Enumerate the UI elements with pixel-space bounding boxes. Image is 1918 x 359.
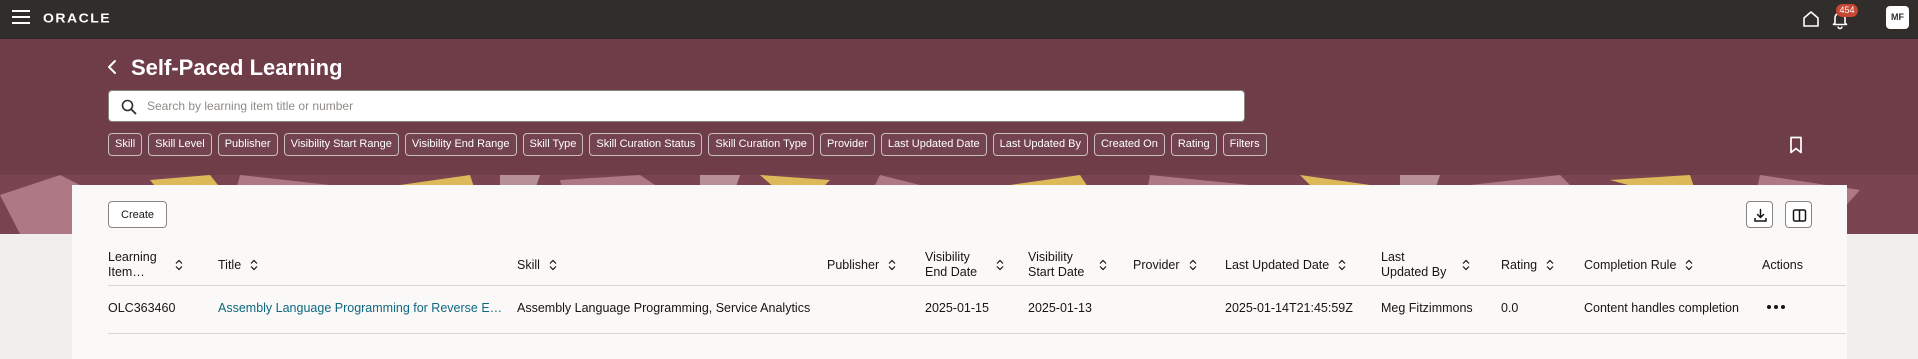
search-box [108,90,1245,122]
filter-chip-last-updated-by[interactable]: Last Updated By [992,133,1088,156]
header-divider [108,285,1846,286]
column-header-label: Last Updated Date [1225,257,1330,272]
home-icon[interactable] [1801,9,1821,29]
oracle-logo[interactable]: ORACLE [43,10,111,25]
column-header-learning-item[interactable]: Learning Item… [108,247,200,283]
column-header-provider[interactable]: Provider [1133,247,1197,283]
cell-number: OLC363460 [108,301,176,315]
cell-completion-rule: Content handles completion [1584,301,1739,315]
cell-title-link[interactable]: Assembly Language Programming for Revers… [218,301,502,315]
notification-count-badge: 454 [1836,4,1858,17]
download-button[interactable] [1746,201,1773,228]
sort-icon[interactable] [888,259,896,271]
column-layout-button[interactable] [1785,201,1812,228]
back-chevron-icon[interactable] [104,58,122,76]
columns-icon [1792,209,1807,222]
column-header-label: Completion Rule [1584,257,1677,272]
sort-icon[interactable] [1685,259,1693,271]
sort-icon[interactable] [1462,259,1470,271]
filter-chip-rating[interactable]: Rating [1170,133,1217,156]
filter-chip-filters[interactable]: Filters [1222,133,1267,156]
filter-chip-skill[interactable]: Skill [108,133,143,156]
sort-icon[interactable] [1546,259,1554,271]
bookmark-icon[interactable] [1788,136,1804,154]
sort-icon[interactable] [1189,259,1197,271]
filter-chip-skill-curation-type[interactable]: Skill Curation Type [708,133,814,156]
page-title: Self-Paced Learning [131,55,343,80]
column-header-label: Actions [1762,257,1803,272]
column-header-label: Visibility End Date [925,250,978,279]
search-icon [121,99,137,115]
download-icon [1754,208,1767,222]
user-avatar[interactable]: MF [1886,6,1909,29]
sort-icon[interactable] [175,259,183,271]
cell-visibility-start-date: 2025-01-13 [1028,301,1092,315]
cell-skill: Assembly Language Programming, Service A… [517,301,811,315]
filter-chip-skill-type[interactable]: Skill Type [522,133,584,156]
sort-icon[interactable] [996,259,1004,271]
results-panel: Create Learning Item… Title Skill Publis… [72,185,1847,359]
column-header-label: Provider [1133,257,1180,272]
hamburger-menu-icon[interactable] [12,10,30,26]
column-header-label: Visibility Start Date [1028,250,1085,279]
column-header-visibility-start-date[interactable]: Visibility Start Date [1028,247,1107,283]
column-header-title[interactable]: Title [218,247,258,283]
more-actions-icon[interactable] [1763,296,1789,318]
sort-icon[interactable] [1338,259,1346,271]
sort-icon[interactable] [1099,259,1107,271]
sort-icon[interactable] [549,259,557,271]
column-header-label: Last Updated By [1381,250,1447,279]
filter-chip-provider[interactable]: Provider [819,133,875,156]
search-input[interactable] [147,91,1227,121]
cell-rating: 0.0 [1501,301,1519,315]
column-header-label: Publisher [827,257,880,272]
global-header: ORACLE 454 MF [0,0,1918,39]
column-header-label: Skill [517,257,540,272]
filter-chip-skill-curation-status[interactable]: Skill Curation Status [589,133,703,156]
filter-chip-visibility-start-range[interactable]: Visibility Start Range [283,133,399,156]
filter-chips: Skill Skill Level Publisher Visibility S… [108,133,1267,156]
filter-chip-last-updated-date[interactable]: Last Updated Date [880,133,987,156]
cell-last-updated-date: 2025-01-14T21:45:59Z [1225,301,1353,315]
column-header-completion-rule[interactable]: Completion Rule [1584,247,1693,283]
create-button[interactable]: Create [108,201,168,228]
filter-chip-publisher[interactable]: Publisher [217,133,278,156]
row-divider [108,333,1846,334]
column-header-last-updated-by[interactable]: Last Updated By [1381,247,1470,283]
cell-last-updated-by: Meg Fitzimmons [1381,301,1473,315]
column-header-label: Title [218,257,242,272]
column-header-actions: Actions [1762,247,1803,283]
cell-visibility-end-date: 2025-01-15 [925,301,989,315]
column-header-last-updated-date[interactable]: Last Updated Date [1225,247,1346,283]
filter-chip-created-on[interactable]: Created On [1093,133,1165,156]
column-header-label: Rating [1501,257,1538,272]
column-header-visibility-end-date[interactable]: Visibility End Date [925,247,1004,283]
filter-chip-visibility-end-range[interactable]: Visibility End Range [404,133,517,156]
column-header-publisher[interactable]: Publisher [827,247,896,283]
sort-icon[interactable] [250,259,258,271]
filter-chip-skill-level[interactable]: Skill Level [148,133,212,156]
column-header-skill[interactable]: Skill [517,247,557,283]
column-header-rating[interactable]: Rating [1501,247,1554,283]
column-header-label: Learning Item… [108,250,157,279]
